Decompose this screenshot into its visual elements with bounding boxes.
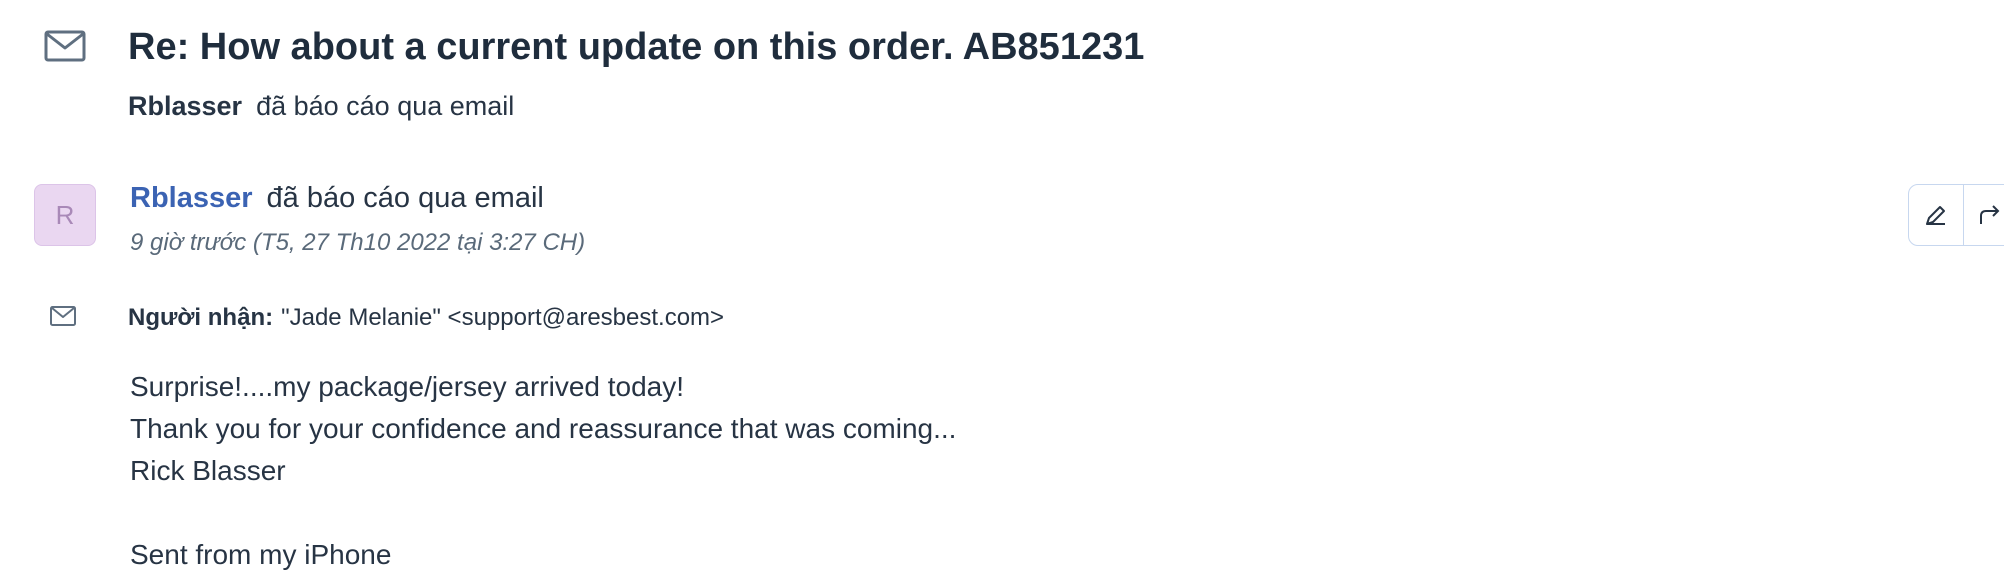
- forward-arrow-icon: [1980, 205, 2000, 224]
- message-body: Surprise!....my package/jersey arrived t…: [130, 366, 956, 576]
- message-toolbar: [1908, 184, 2004, 246]
- reported-action: đã báo cáo qua email: [256, 91, 515, 121]
- recipient-value: "Jade Melanie" <support@aresbest.com>: [281, 304, 725, 331]
- ticket-view: Re: How about a current update on this o…: [0, 0, 2004, 584]
- ticket-subject: Re: How about a current update on this o…: [128, 26, 1145, 68]
- recipient-label: Người nhận:: [128, 304, 274, 331]
- pencil-icon: [1925, 206, 1945, 225]
- body-line: [130, 492, 956, 534]
- avatar: R: [34, 184, 96, 246]
- reported-via-line: Rblasser đã báo cáo qua email: [128, 86, 514, 126]
- avatar-letter: R: [55, 199, 75, 230]
- recipient-line: Người nhận: "Jade Melanie" <support@aresb…: [128, 300, 724, 336]
- reporter-name: Rblasser: [128, 91, 243, 121]
- message-timestamp: 9 giờ trước (T5, 27 Th10 2022 tại 3:27 C…: [130, 229, 586, 256]
- sender-name-link[interactable]: Rblasser: [130, 182, 253, 214]
- recipient-envelope-icon: [50, 306, 76, 326]
- edit-button[interactable]: [1909, 185, 1963, 245]
- body-line: Surprise!....my package/jersey arrived t…: [130, 371, 685, 402]
- envelope-icon: [44, 30, 86, 62]
- forward-button[interactable]: [1962, 185, 2004, 245]
- body-line: Thank you for your confidence and reassu…: [130, 413, 957, 444]
- message-sender-line: Rblasser đã báo cáo qua email: [130, 178, 544, 218]
- body-line: Sent from my iPhone: [130, 539, 392, 570]
- body-line: Rick Blasser: [130, 455, 286, 486]
- sender-action: đã báo cáo qua email: [266, 182, 544, 214]
